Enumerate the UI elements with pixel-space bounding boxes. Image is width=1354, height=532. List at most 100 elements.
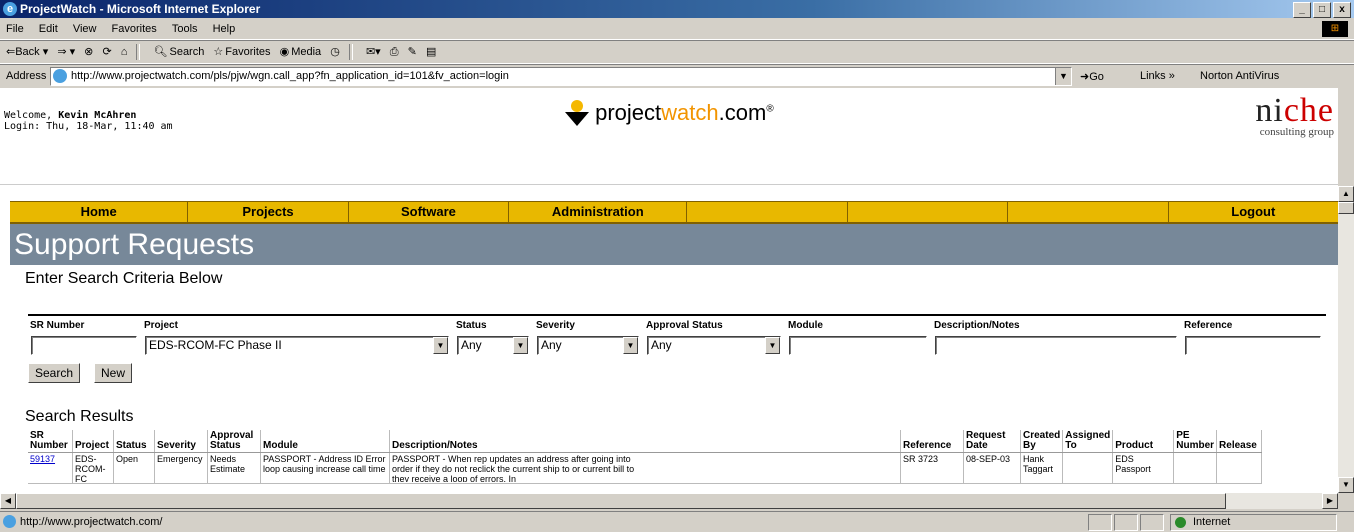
new-button[interactable]: New: [94, 363, 133, 383]
history-icon[interactable]: ◷: [330, 41, 340, 63]
sr-number-input[interactable]: [31, 336, 137, 355]
approval-status-select[interactable]: Any ▼: [647, 336, 781, 355]
res-col-created-by: Created By: [1020, 430, 1064, 453]
menu-file[interactable]: File: [6, 19, 24, 39]
chevron-down-icon[interactable]: ▼: [513, 337, 528, 354]
results-heading: Search Results: [25, 408, 134, 425]
project-select[interactable]: EDS-RCOM-FC Phase II ▼: [145, 336, 449, 355]
toolbar: ⇐Back ▾ ⇒ ▾ ⊗ ⟳ ⌂ 🔍︎ Search ☆ Favorites ◉ M…: [0, 40, 1354, 64]
print-icon[interactable]: ⎙: [390, 41, 399, 63]
status-select[interactable]: Any ▼: [457, 336, 529, 355]
home-icon[interactable]: ⌂: [121, 41, 128, 63]
res-col-module: Module: [260, 430, 390, 453]
maximize-button[interactable]: □: [1313, 2, 1331, 18]
description-input[interactable]: [935, 336, 1177, 355]
favorites-label: Favorites: [225, 46, 271, 58]
menu-favorites[interactable]: Favorites: [112, 19, 157, 39]
row-assigned-to: [1065, 454, 1110, 482]
niche-text-b: che: [1283, 92, 1334, 129]
col-severity: Severity: [534, 314, 644, 334]
chevron-down-icon[interactable]: ▼: [765, 337, 780, 354]
col-description: Description/Notes: [932, 314, 1182, 334]
chevron-down-icon[interactable]: ▼: [433, 337, 448, 354]
niche-subtitle: consulting group: [1259, 126, 1334, 138]
zone-label: Internet: [1193, 516, 1231, 528]
minimize-button[interactable]: _: [1293, 2, 1311, 18]
status-cells: [1088, 514, 1164, 531]
menu-help[interactable]: Help: [213, 19, 236, 39]
media-button[interactable]: ◉ Media: [280, 41, 322, 63]
page-title: Support Requests: [10, 224, 1338, 265]
row-product: EDS Passport: [1115, 454, 1151, 474]
row-description: PASSPORT - When rep updates an address a…: [392, 454, 635, 482]
address-input[interactable]: http://www.projectwatch.com/pls/pjw/wgn.…: [50, 67, 1072, 86]
nav-software[interactable]: Software: [349, 202, 510, 222]
search-button[interactable]: Search: [28, 363, 81, 383]
site-header: Welcome, Kevin McAhren Login: Thu, 18-Ma…: [0, 88, 1338, 185]
menu-view[interactable]: View: [73, 19, 97, 39]
page-icon: [53, 69, 67, 83]
res-col-status: Status: [113, 430, 155, 453]
res-col-description: Description/Notes: [389, 430, 901, 453]
results-table: SR Number Project Status Severity Approv…: [28, 430, 1263, 484]
res-col-project: Project: [72, 430, 114, 453]
toolbar-separator: [348, 44, 353, 61]
niche-logo: niche consulting group: [1255, 94, 1334, 139]
horizontal-scrollbar[interactable]: ◀ ▶: [0, 493, 1338, 509]
edit-icon[interactable]: ✎: [408, 41, 417, 63]
res-col-severity: Severity: [154, 430, 208, 453]
close-button[interactable]: x: [1333, 2, 1351, 18]
ie-icon: e: [3, 2, 17, 16]
search-heading: Enter Search Criteria Below: [25, 270, 223, 287]
col-approval-status: Approval Status: [644, 314, 786, 334]
chevron-down-icon[interactable]: ▼: [1055, 68, 1071, 85]
nav-administration[interactable]: Administration: [509, 202, 688, 222]
scroll-left-icon[interactable]: ◀: [0, 493, 16, 509]
severity-value: Any: [541, 338, 562, 352]
logo-text-a: project: [595, 100, 662, 125]
refresh-icon[interactable]: ⟳: [102, 41, 111, 63]
scroll-down-icon[interactable]: ▼: [1338, 477, 1354, 493]
scroll-right-icon[interactable]: ▶: [1322, 493, 1338, 509]
title-bar: e ProjectWatch - Microsoft Internet Expl…: [0, 0, 1354, 18]
vertical-scrollbar[interactable]: ▲ ▼: [1338, 186, 1354, 493]
links-button[interactable]: Links »: [1140, 70, 1175, 82]
scroll-up-icon[interactable]: ▲: [1338, 186, 1354, 202]
res-col-reference: Reference: [900, 430, 964, 453]
scroll-thumb-horizontal[interactable]: [16, 493, 1226, 509]
res-col-approval: Approval Status: [207, 430, 261, 453]
col-status: Status: [454, 314, 534, 334]
main-nav: Home Projects Software Administration Lo…: [10, 201, 1338, 224]
scroll-thumb[interactable]: [1338, 202, 1354, 214]
row-request-date: 08-SEP-03: [966, 454, 1011, 464]
forward-button[interactable]: ⇒ ▾: [57, 41, 75, 63]
welcome-prefix: Welcome,: [4, 110, 59, 121]
norton-antivirus-button[interactable]: Norton AntiVirus: [1200, 70, 1279, 82]
row-status: Open: [116, 454, 139, 464]
nav-home[interactable]: Home: [10, 202, 189, 222]
page-content: Welcome, Kevin McAhren Login: Thu, 18-Ma…: [0, 88, 1338, 493]
severity-select[interactable]: Any ▼: [537, 336, 639, 355]
go-button[interactable]: ➜Go: [1080, 70, 1104, 83]
menu-edit[interactable]: Edit: [39, 19, 58, 39]
discuss-icon[interactable]: ▤: [426, 41, 436, 63]
sr-number-link[interactable]: 59137: [30, 454, 55, 464]
res-col-request-date: Request Date: [963, 430, 1021, 453]
row-project: EDS-RCOM-FC: [75, 454, 106, 482]
row-release: [1219, 454, 1259, 482]
menu-tools[interactable]: Tools: [172, 19, 198, 39]
favorites-button[interactable]: ☆ Favorites: [213, 41, 270, 63]
nav-projects[interactable]: Projects: [188, 202, 349, 222]
reference-input[interactable]: [1185, 336, 1321, 355]
address-url: http://www.projectwatch.com/pls/pjw/wgn.…: [71, 70, 509, 82]
stop-icon[interactable]: ⊗: [84, 41, 93, 63]
mail-icon[interactable]: ✉▾: [366, 41, 381, 63]
chevron-down-icon[interactable]: ▼: [623, 337, 638, 354]
table-row: 59137 EDS-RCOM-FC Open Emergency Needs E…: [28, 452, 1263, 484]
search-button[interactable]: 🔍︎ Search: [154, 41, 205, 63]
res-col-assigned-to: Assigned To: [1062, 430, 1114, 453]
back-button[interactable]: ⇐Back ▾: [6, 41, 48, 63]
nav-logout[interactable]: Logout: [1169, 202, 1338, 222]
module-input[interactable]: [789, 336, 927, 355]
nav-empty-1: [687, 202, 848, 222]
